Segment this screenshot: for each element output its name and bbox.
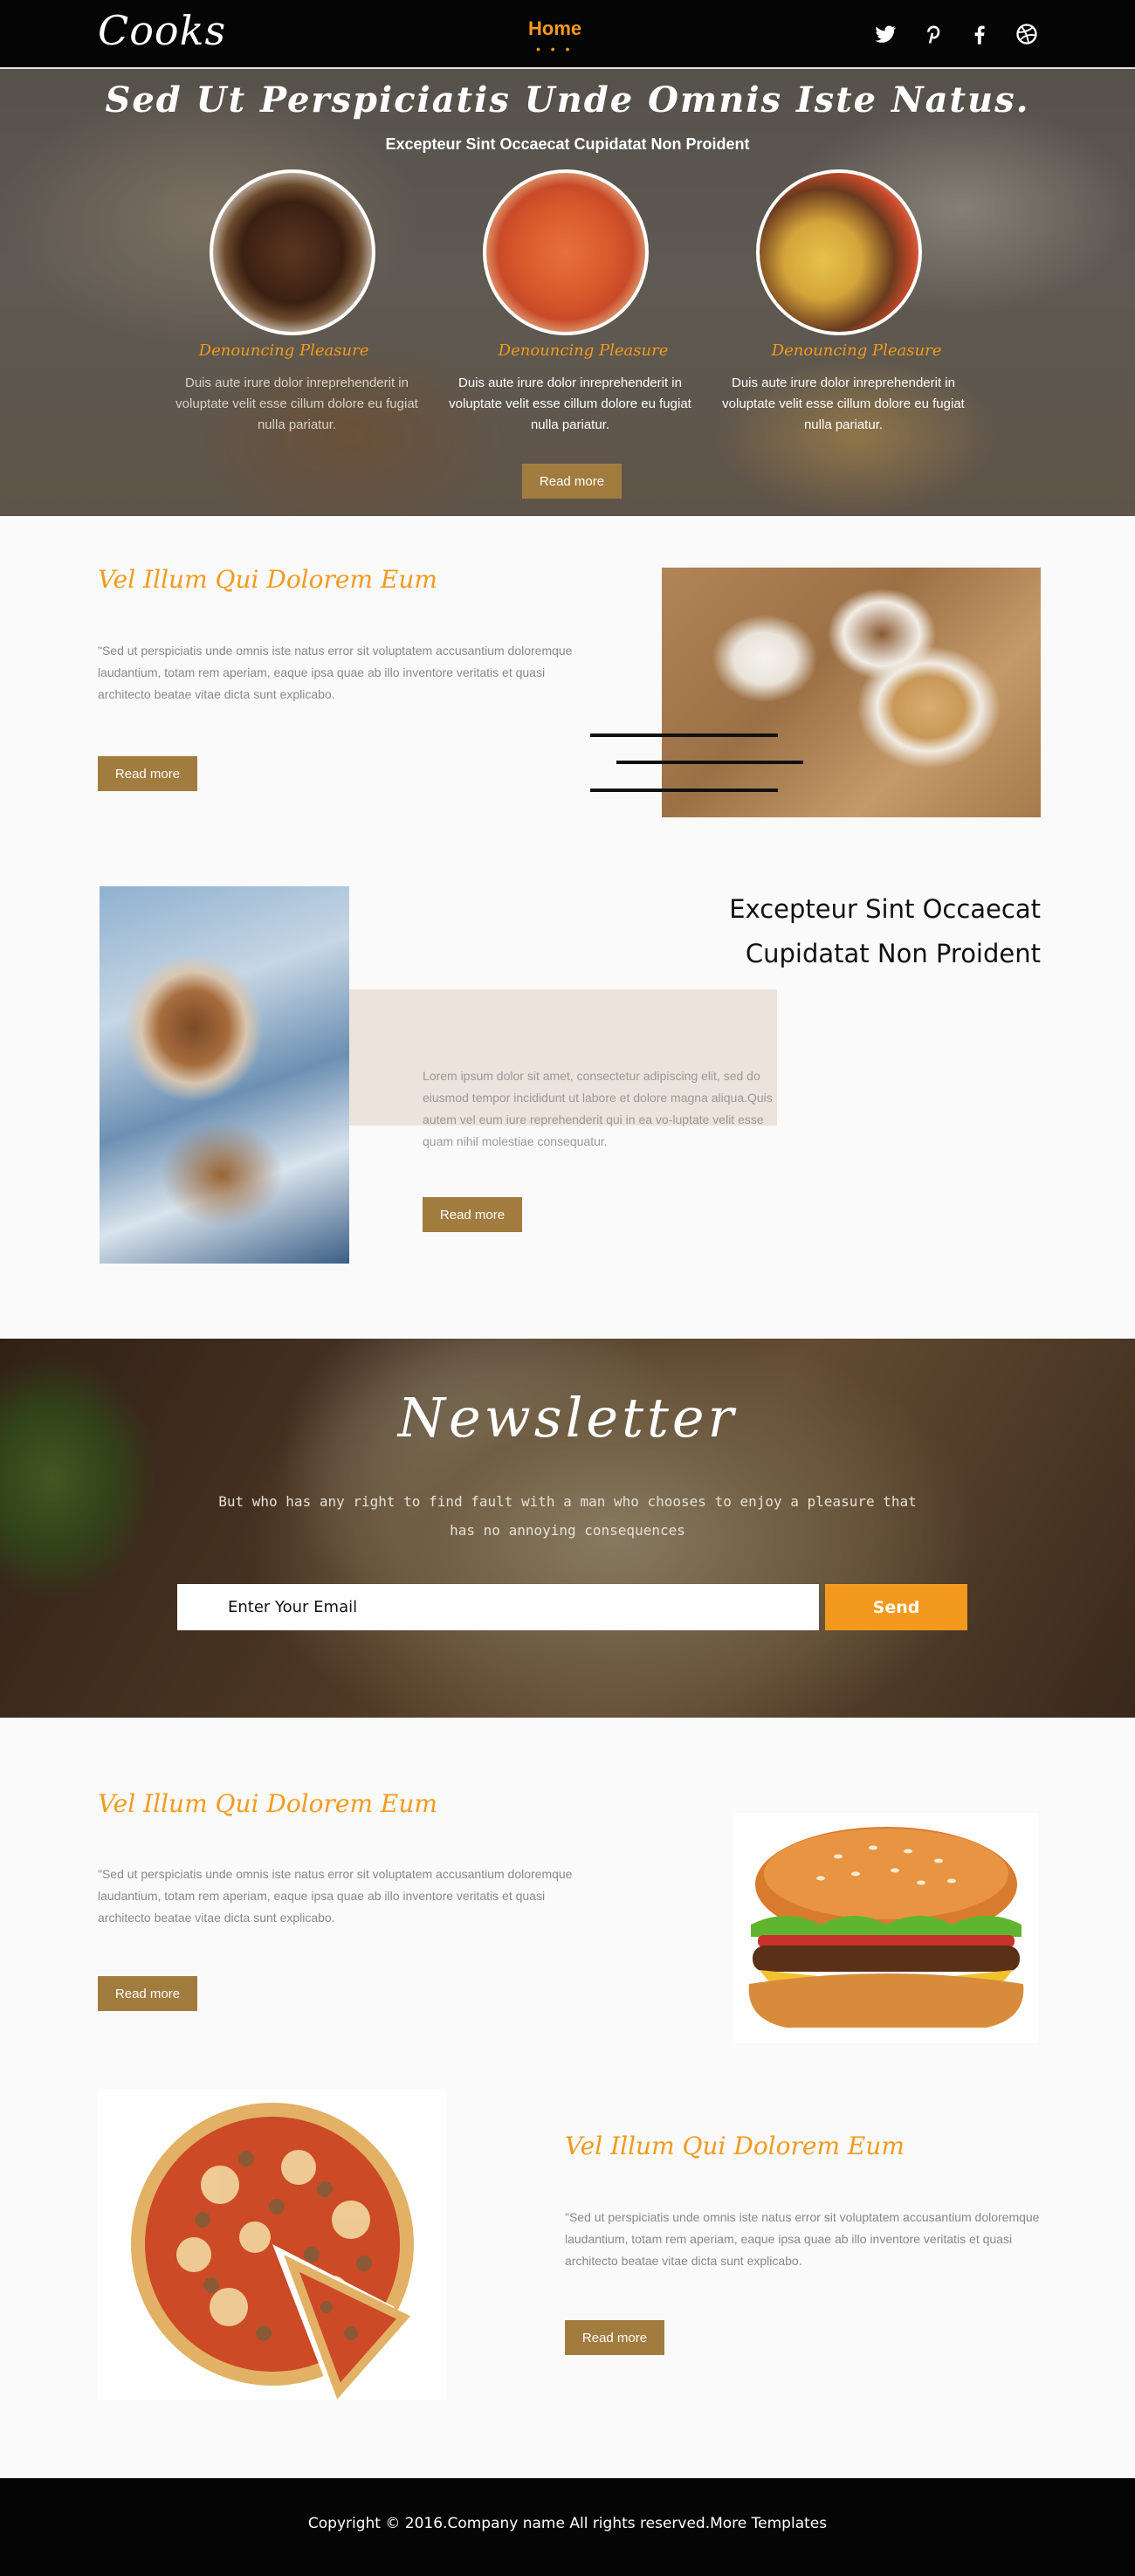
- footer: Copyright © 2016.Company name All rights…: [0, 2478, 1135, 2576]
- pinterest-icon[interactable]: [918, 19, 947, 49]
- feature-image-plated-dish: [756, 169, 922, 335]
- pizza-image: [98, 2089, 447, 2400]
- copyright-text: Copyright © 2016.Company name All rights…: [307, 2515, 828, 2532]
- hero-read-more-button[interactable]: Read more: [522, 464, 622, 499]
- top-navbar: Cooks Home • • •: [0, 0, 1135, 69]
- decorative-line: [590, 734, 778, 737]
- section-text: "Sed ut perspiciatis unde omnis iste nat…: [565, 2210, 1040, 2268]
- nav-home-link[interactable]: Home: [528, 17, 581, 40]
- section-title: Vel Illum Qui Dolorem Eum: [98, 565, 437, 594]
- newsletter-section: Newsletter But who has any right to find…: [0, 1339, 1135, 1718]
- page: Cooks Home • • • Sed Ut Perspiciatis Und…: [0, 0, 1135, 2576]
- feature-text: Duis aute irure dolor inreprehenderit in…: [175, 375, 418, 432]
- section-heading-line2: Cupidatat Non Proident: [745, 939, 1041, 968]
- dribbble-icon[interactable]: [1012, 19, 1042, 49]
- section-text: Lorem ipsum dolor sit amet, consectetur …: [423, 1069, 773, 1148]
- hero-subtitle: Excepteur Sint Occaecat Cupidatat Non Pr…: [385, 135, 750, 153]
- walnut-jar-image: [100, 886, 349, 1264]
- feature-text: Duis aute irure dolor inreprehenderit in…: [449, 375, 691, 432]
- burger-read-more-button[interactable]: Read more: [98, 1976, 197, 2011]
- feature-title: Denouncing Pleasure: [198, 341, 369, 360]
- hero-title: Sed Ut Perspiciatis Unde Omnis Iste Natu…: [105, 79, 1030, 121]
- section-title: Vel Illum Qui Dolorem Eum: [98, 1789, 437, 1818]
- section-text: "Sed ut perspiciatis unde omnis iste nat…: [98, 1867, 573, 1925]
- hero-section: Sed Ut Perspiciatis Unde Omnis Iste Natu…: [0, 69, 1135, 516]
- section-text: "Sed ut perspiciatis unde omnis iste nat…: [98, 644, 573, 701]
- section-heading-line1: Excepteur Sint Occaecat: [729, 894, 1041, 924]
- burger-image: [733, 1813, 1039, 2043]
- section-title: Vel Illum Qui Dolorem Eum: [565, 2132, 905, 2160]
- site-logo[interactable]: Cooks: [98, 7, 226, 54]
- nuts-read-more-button[interactable]: Read more: [98, 756, 197, 791]
- feature-image-shrimp: [483, 169, 649, 335]
- feature-text: Duis aute irure dolor inreprehenderit in…: [722, 375, 965, 432]
- newsletter-text: But who has any right to find fault with…: [218, 1493, 917, 1539]
- feature-title: Denouncing Pleasure: [498, 341, 669, 360]
- newsletter-title: Newsletter: [397, 1386, 738, 1450]
- facebook-icon[interactable]: [965, 19, 994, 49]
- email-input[interactable]: [177, 1584, 819, 1630]
- decorative-line: [590, 789, 778, 792]
- feature-title: Denouncing Pleasure: [771, 341, 942, 360]
- twitter-icon[interactable]: [870, 19, 900, 49]
- nuts-bowls-image: [662, 568, 1041, 817]
- walnut-read-more-button[interactable]: Read more: [423, 1197, 522, 1232]
- send-button[interactable]: Send: [825, 1584, 967, 1630]
- feature-image-grilled-meat: [210, 169, 375, 335]
- decorative-line: [616, 761, 803, 764]
- nav-active-indicator: • • •: [536, 42, 574, 56]
- pizza-read-more-button[interactable]: Read more: [565, 2320, 664, 2355]
